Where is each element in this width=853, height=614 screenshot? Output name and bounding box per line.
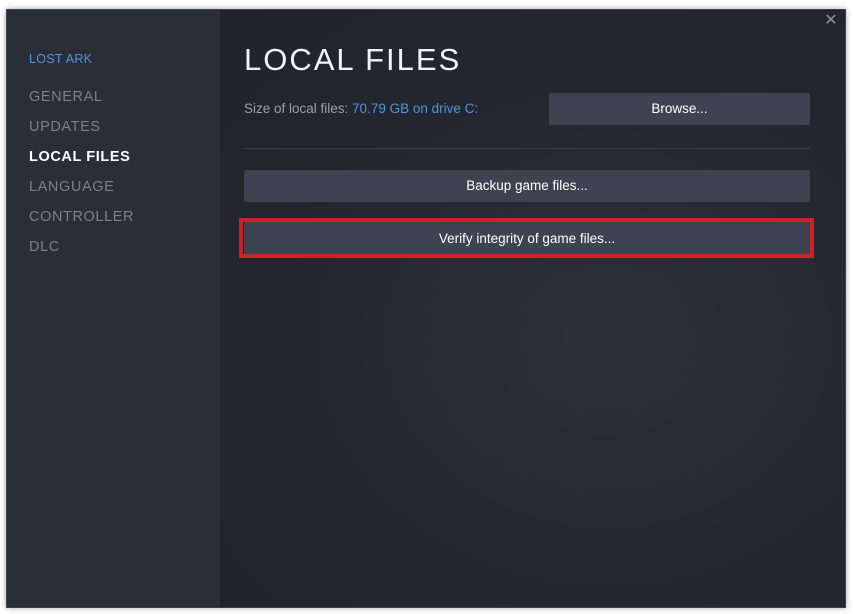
sidebar-item-updates[interactable]: UPDATES xyxy=(29,117,134,147)
sidebar-item-general[interactable]: GENERAL xyxy=(29,87,134,117)
backup-game-files-button[interactable]: Backup game files... xyxy=(244,170,810,202)
sidebar-item-language[interactable]: LANGUAGE xyxy=(29,177,134,207)
main-content: LOCAL FILES Size of local files: 70.79 G… xyxy=(220,10,845,607)
local-files-size: Size of local files: 70.79 GB on drive C… xyxy=(244,101,478,116)
sidebar-item-controller[interactable]: CONTROLLER xyxy=(29,207,134,237)
game-title[interactable]: LOST ARK xyxy=(29,52,92,66)
sidebar-item-local-files[interactable]: LOCAL FILES xyxy=(29,147,134,177)
close-icon[interactable]: ✕ xyxy=(821,11,841,31)
size-value-link[interactable]: 70.79 GB on drive C: xyxy=(352,101,478,116)
divider xyxy=(244,148,810,149)
sidebar-nav: GENERAL UPDATES LOCAL FILES LANGUAGE CON… xyxy=(29,87,134,267)
properties-window: LOST ARK GENERAL UPDATES LOCAL FILES LAN… xyxy=(6,9,846,608)
sidebar-item-dlc[interactable]: DLC xyxy=(29,237,134,267)
size-label: Size of local files: xyxy=(244,101,353,116)
verify-integrity-button[interactable]: Verify integrity of game files... xyxy=(244,222,810,255)
page-title: LOCAL FILES xyxy=(244,42,462,77)
sidebar: LOST ARK GENERAL UPDATES LOCAL FILES LAN… xyxy=(7,10,220,607)
browse-button[interactable]: Browse... xyxy=(549,93,810,125)
